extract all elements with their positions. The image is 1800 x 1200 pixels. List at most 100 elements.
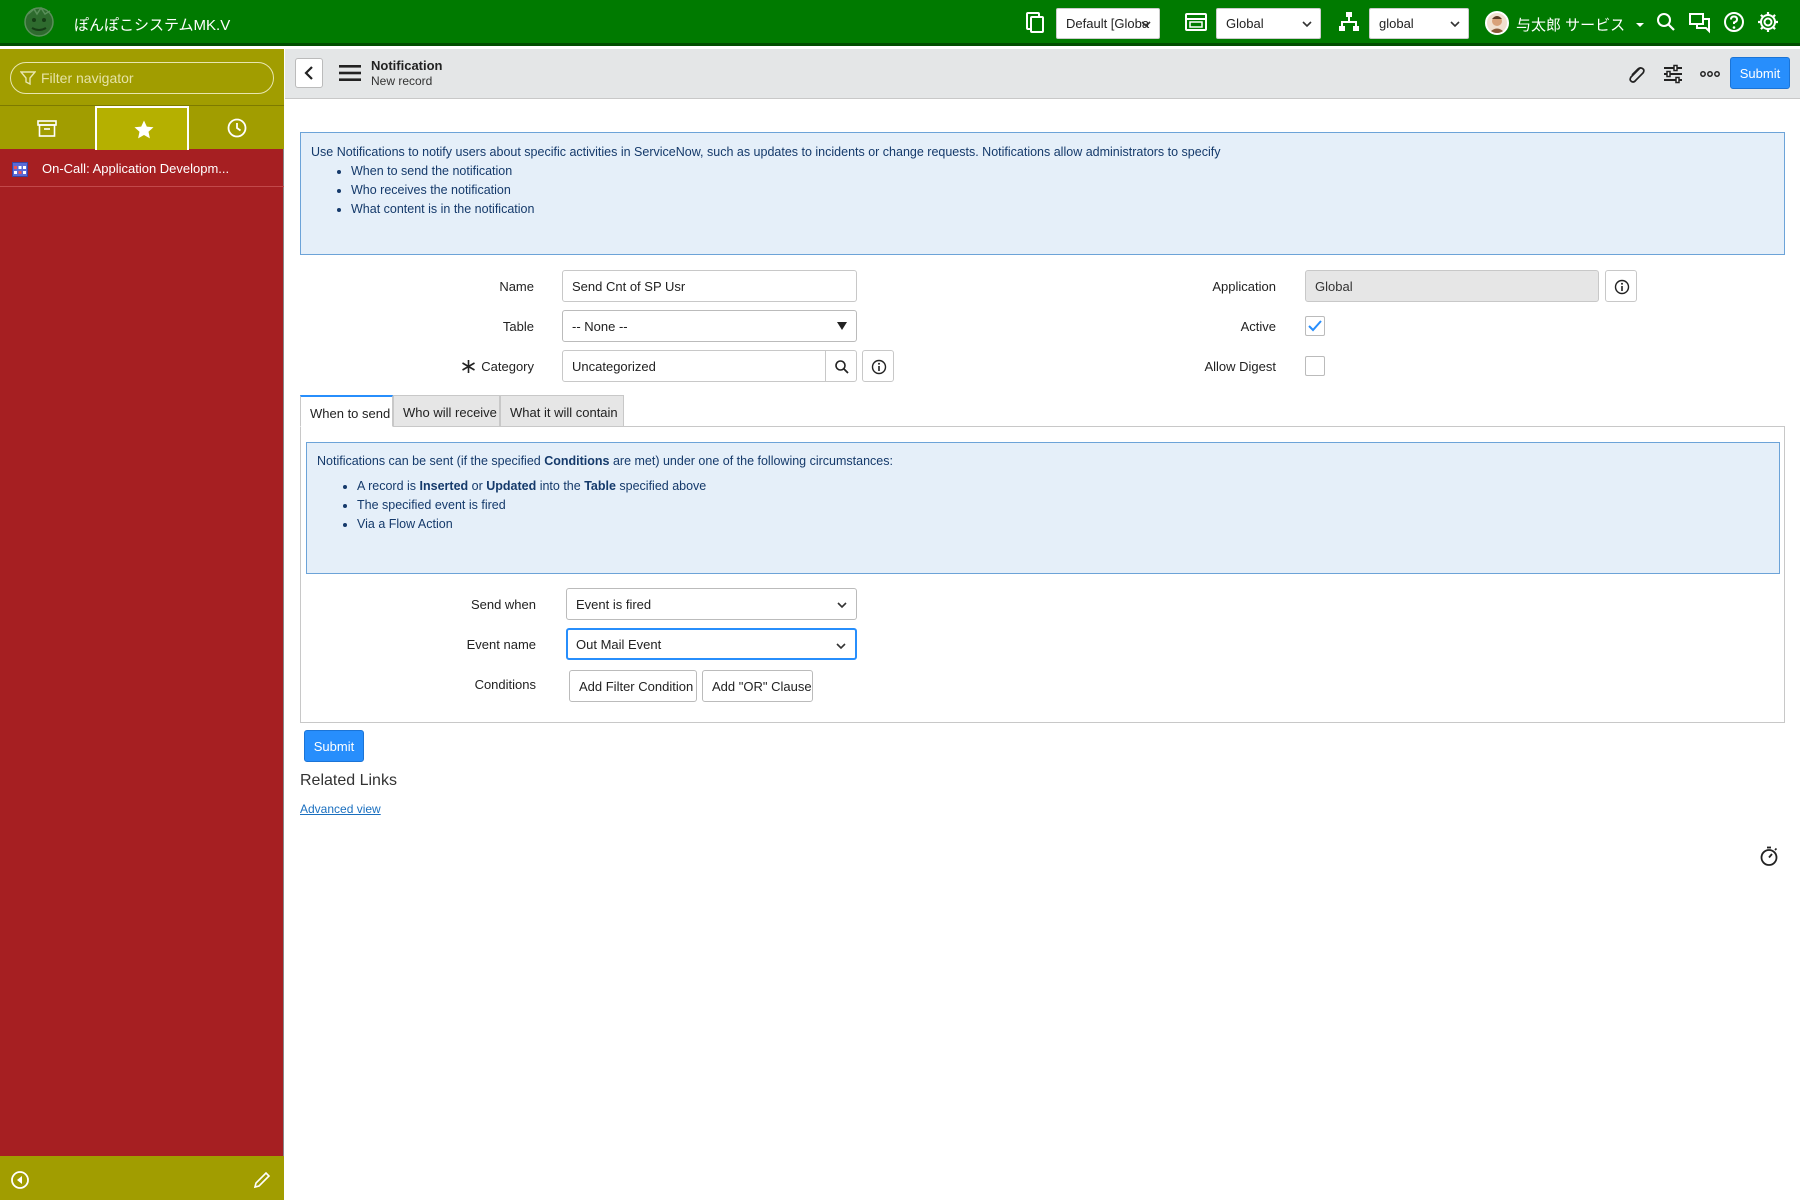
table-value: -- None --	[572, 319, 628, 334]
submit-button-header[interactable]: Submit	[1730, 57, 1790, 89]
when-to-send-intro: Notifications can be sent (if the specif…	[317, 454, 893, 468]
name-label: Name	[499, 279, 534, 294]
intro-list: When to send the notification Who receiv…	[311, 162, 1774, 219]
category-label: Category	[481, 359, 534, 374]
filter-placeholder: Filter navigator	[41, 70, 134, 86]
user-menu[interactable]: 与太郎 サービス	[1516, 14, 1645, 35]
top-header: ぽんぽこシステムMK.V Default [Globa Global globa…	[0, 0, 1800, 46]
application-info-button[interactable]	[1605, 270, 1637, 302]
domain-icon[interactable]	[1337, 10, 1361, 34]
update-set-icon[interactable]	[1023, 10, 1047, 34]
filter-area: Filter navigator	[0, 49, 284, 105]
related-links-title: Related Links	[300, 772, 397, 789]
table-label: Table	[502, 319, 534, 334]
back-button[interactable]	[295, 58, 323, 88]
category-lookup-button[interactable]	[825, 350, 857, 382]
stopwatch-icon[interactable]	[1758, 845, 1780, 867]
submit-button[interactable]: Submit	[304, 730, 364, 762]
filter-navigator-input[interactable]: Filter navigator	[10, 62, 274, 94]
category-input[interactable]: Uncategorized	[562, 350, 826, 382]
domain-value: global	[1379, 16, 1414, 31]
form-subtitle: New record	[371, 74, 433, 88]
intro-text: Use Notifications to notify users about …	[311, 145, 1221, 159]
gear-icon[interactable]	[1756, 10, 1780, 34]
chevron-down-icon	[1302, 21, 1312, 28]
tab-all-applications[interactable]	[0, 106, 94, 150]
event-name-select[interactable]: Out Mail Event	[566, 628, 857, 660]
application-scope-value: Global	[1226, 16, 1264, 31]
collapse-navigator-icon[interactable]	[10, 1170, 30, 1190]
table-select[interactable]: -- None --	[562, 310, 857, 342]
when-to-send-bullet: The specified event is fired	[357, 496, 1769, 515]
when-to-send-list: A record is Inserted or Updated into the…	[317, 477, 1769, 534]
favorite-item-label: On-Call: Application Developm...	[42, 161, 230, 176]
application-scope-icon[interactable]	[1184, 10, 1208, 34]
sidebar-footer	[0, 1156, 284, 1200]
allow-digest-label: Allow Digest	[1204, 359, 1276, 374]
advanced-view-link[interactable]: Advanced view	[300, 802, 381, 816]
intro-bullet: When to send the notification	[351, 162, 1774, 181]
allow-digest-checkbox[interactable]	[1305, 356, 1325, 376]
domain-select[interactable]: global	[1369, 8, 1469, 39]
user-name: 与太郎 サービス	[1516, 17, 1626, 34]
chevron-down-icon	[836, 643, 846, 650]
application-label: Application	[1212, 279, 1276, 294]
personalize-form-icon[interactable]	[1662, 63, 1684, 85]
navigator-tabs	[0, 105, 284, 150]
chevron-down-icon	[1450, 21, 1460, 28]
when-to-send-info-box: Notifications can be sent (if the specif…	[306, 442, 1780, 574]
clock-icon	[227, 118, 247, 138]
archive-icon	[37, 120, 57, 137]
edit-pencil-icon[interactable]	[252, 1170, 272, 1190]
search-icon[interactable]	[1654, 10, 1678, 34]
brand-name: ぽんぽこシステムMK.V	[74, 17, 231, 34]
event-name-value: Out Mail Event	[576, 637, 662, 652]
name-input[interactable]: Send Cnt of SP Usr	[562, 270, 857, 302]
when-to-send-bullet: Via a Flow Action	[357, 515, 1769, 534]
chevron-left-icon	[304, 66, 313, 80]
active-checkbox[interactable]	[1305, 316, 1325, 336]
event-name-label: Event name	[466, 637, 536, 652]
help-icon[interactable]	[1722, 10, 1746, 34]
add-filter-condition-button[interactable]: Add Filter Condition	[569, 670, 697, 702]
update-set-select[interactable]: Default [Globa	[1056, 8, 1160, 39]
form-header: Notification New record Submit	[285, 49, 1800, 99]
dropdown-arrow-icon	[837, 322, 847, 330]
search-icon	[835, 360, 849, 374]
logo-icon[interactable]	[22, 5, 56, 39]
avatar[interactable]	[1485, 11, 1509, 35]
tab-history[interactable]	[190, 106, 284, 150]
update-set-value: Default [Globa	[1066, 16, 1150, 31]
info-icon	[1614, 279, 1630, 295]
favorite-item[interactable]: On-Call: Application Developm...	[0, 149, 284, 187]
calendar-icon	[12, 162, 28, 177]
user-avatar-icon	[1489, 16, 1505, 33]
filter-icon	[20, 71, 36, 86]
category-info-button[interactable]	[862, 350, 894, 382]
connect-chat-icon[interactable]	[1688, 10, 1712, 34]
chevron-down-icon	[1141, 21, 1151, 28]
send-when-value: Event is fired	[576, 597, 652, 612]
active-label: Active	[1240, 319, 1276, 334]
checkmark-icon	[1308, 320, 1322, 332]
tab-when-to-send[interactable]: When to send	[300, 395, 393, 427]
caret-down-icon	[1636, 23, 1645, 27]
tab-what-it-will-contain[interactable]: What it will contain	[500, 395, 624, 427]
send-when-select[interactable]: Event is fired	[566, 588, 857, 620]
info-icon	[871, 359, 887, 375]
star-icon	[134, 120, 154, 139]
application-input: Global	[1305, 270, 1599, 302]
tab-who-will-receive[interactable]: Who will receive	[393, 395, 500, 427]
form-title: Notification	[371, 58, 443, 73]
when-to-send-bullet: A record is Inserted or Updated into the…	[357, 477, 1769, 496]
more-options-icon[interactable]	[1699, 63, 1721, 85]
intro-info-box: Use Notifications to notify users about …	[300, 132, 1785, 255]
application-scope-select[interactable]: Global	[1216, 8, 1321, 39]
paperclip-icon[interactable]	[1625, 63, 1647, 85]
navigator-sidebar: Filter navigator On-Call: Application De…	[0, 49, 284, 1200]
hamburger-menu-icon[interactable]	[339, 63, 361, 83]
send-when-label: Send when	[470, 597, 536, 612]
tab-favorites[interactable]	[95, 106, 189, 150]
add-or-clause-button[interactable]: Add "OR" Clause	[702, 670, 813, 702]
intro-bullet: Who receives the notification	[351, 181, 1774, 200]
